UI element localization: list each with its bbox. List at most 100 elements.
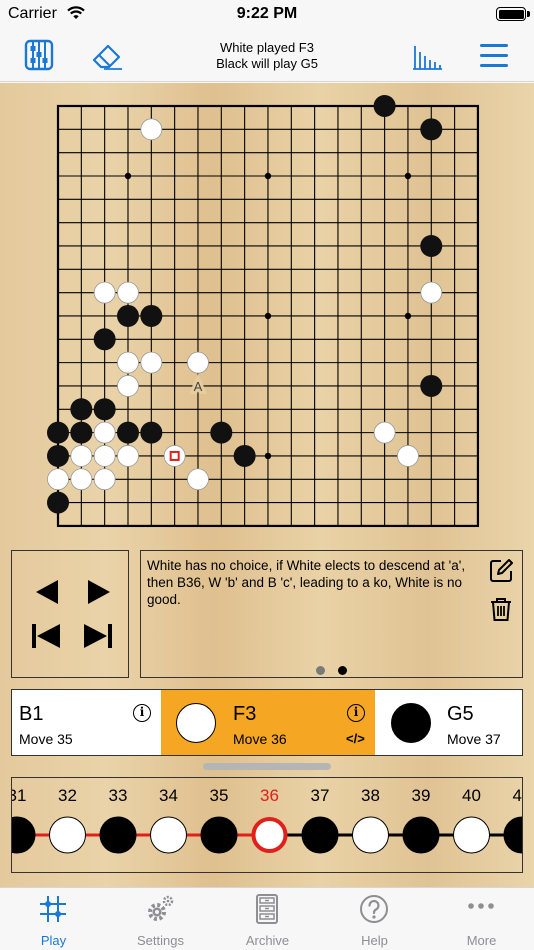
info-icon[interactable]: i [347,704,365,722]
star-point [264,312,272,320]
tab-label: Help [361,933,388,948]
black-stone [420,118,443,141]
info-icon[interactable]: i [133,704,151,722]
black-stone [47,444,69,467]
tab-label: More [466,933,497,948]
timeline-black-stone[interactable] [402,816,440,854]
timeline-white-stone[interactable] [49,816,86,854]
first-move-button[interactable] [28,619,68,653]
drag-handle[interactable] [203,763,331,770]
status-bar: Carrier 9:22 PM [0,0,534,30]
moves-info-bar: B1 Move 35 i F3 Move 36 i </> G5 Move 37 [11,689,523,756]
timeline-move-number: 39 [412,786,431,805]
status-line-2: Black will play G5 [216,56,318,71]
white-stone [373,421,396,444]
eraser-icon[interactable] [90,38,124,72]
previous-move-button[interactable] [30,575,70,609]
current-move-number: Move 36 [233,731,287,747]
white-stone [117,281,139,304]
black-stone [373,95,396,117]
more-icon [468,903,494,909]
white-stone [93,468,116,491]
white-stone [140,351,163,374]
last-move-button[interactable] [76,619,116,653]
timeline-move-number: 33 [109,786,128,805]
comment-panel: White has no choice, if White elects to … [140,550,523,678]
tab-help[interactable]: Help [321,888,428,950]
timeline-white-stone[interactable] [453,816,490,854]
tab-label: Play [40,933,67,948]
menu-icon[interactable] [477,38,511,72]
black-stone [47,491,69,514]
archive-cabinet-icon [256,894,278,924]
next-move-number: Move 37 [447,731,501,747]
game-status: White played F3 Black will play G5 [150,40,384,72]
tab-label: Archive [245,933,290,948]
black-stone [116,421,139,444]
timeline-black-stone[interactable] [503,816,523,854]
current-move-cell[interactable]: F3 Move 36 i </> [161,690,375,755]
page-dot-1[interactable] [316,666,325,675]
battery-icon [496,7,530,21]
page-dot-2[interactable] [338,666,347,675]
play-grid-icon [40,896,66,922]
current-move-coord: F3 [233,703,257,725]
tab-settings[interactable]: Settings [107,888,214,950]
white-stone [397,445,419,467]
star-point [264,172,272,180]
previous-move-coord: B1 [19,703,44,725]
timeline-move-number: 32 [58,786,77,805]
black-stone [70,421,93,444]
white-stone [70,445,93,467]
white-stone [187,468,209,491]
go-board[interactable]: A [0,83,534,543]
edit-icon[interactable] [488,558,514,584]
move-timeline[interactable]: 31 32 33 34 35 36 37 38 39 40 41 [11,777,523,873]
white-stone [47,468,69,491]
timeline-black-stone[interactable] [12,816,36,854]
abacus-icon[interactable] [22,38,56,72]
tab-more[interactable]: More [428,888,534,950]
tab-archive[interactable]: Archive [214,888,321,950]
black-stone [93,328,116,351]
white-stone [93,281,116,304]
trash-icon[interactable] [488,596,514,622]
timeline-current-stone[interactable] [251,817,288,853]
black-stone-icon [391,703,431,743]
black-stone [70,398,93,421]
timeline-white-stone[interactable] [150,816,187,854]
white-stone [140,118,163,141]
page-indicator[interactable] [316,662,360,680]
white-stone [70,468,93,491]
timeline-black-stone[interactable] [99,816,137,854]
move-comment: White has no choice, if White elects to … [147,558,466,607]
code-icon[interactable]: </> [346,731,365,746]
timeline-white-stone[interactable] [352,816,389,854]
next-move-cell[interactable]: G5 Move 37 [375,690,522,755]
clock: 9:22 PM [236,5,298,22]
previous-move-cell[interactable]: B1 Move 35 i [12,690,161,755]
timeline-move-number: 36 [260,786,279,805]
timeline-move-number: 40 [462,786,481,805]
timeline-move-number: 34 [159,786,178,805]
bar-chart-icon[interactable] [410,38,444,72]
star-point [124,172,132,180]
timeline-move-number: 41 [513,786,523,805]
white-stone [420,281,443,304]
next-move-button[interactable] [76,575,116,609]
timeline-black-stone[interactable] [200,816,238,854]
black-stone [93,398,116,421]
black-stone [420,374,443,397]
timeline-black-stone[interactable] [301,816,339,854]
black-stone [210,421,233,444]
black-stone [420,234,443,257]
star-point [264,452,272,460]
black-stone [140,304,163,327]
star-point [404,312,412,320]
white-stone [93,445,116,467]
last-move-stone [163,445,186,467]
move-navigation-panel [11,550,129,678]
tab-play[interactable]: Play [0,888,107,950]
timeline-move-number: 35 [210,786,229,805]
nav-bar: White played F3 Black will play G5 [0,30,534,82]
